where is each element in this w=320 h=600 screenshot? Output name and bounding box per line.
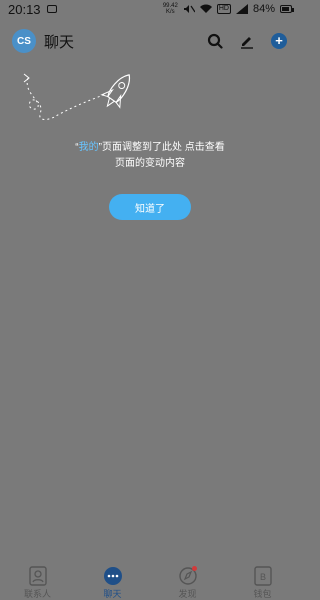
app-header: CS 聊天 + [0,24,300,58]
nav-label-chat: 聊天 [103,589,122,599]
battery-icon [280,5,294,13]
nav-item-contacts[interactable]: 联系人 [0,562,75,600]
status-time: 20:13 [8,1,41,17]
guide-message: “我的”页面调整到了此处 点击查看 页面的变动内容 [0,140,300,172]
search-icon [207,33,223,49]
nav-label-wallet: 钱包 [253,589,272,599]
bottom-nav: 联系人 聊天 发现 B 钱包 [0,562,300,600]
rocket-illustration [23,73,131,120]
wallet-icon: B [253,566,273,586]
discover-badge-dot [192,566,197,571]
nav-item-discover[interactable]: 发现 [150,562,225,600]
got-it-button[interactable]: 知道了 [109,194,191,220]
contacts-icon [28,566,48,586]
nav-item-wallet[interactable]: B 钱包 [225,562,300,600]
mute-icon [183,5,195,13]
signal-icon [235,4,248,14]
nav-label-contacts: 联系人 [23,589,51,599]
chat-icon [103,566,123,586]
guide-line-1: “我的”页面调整到了此处 点击查看 [0,140,300,156]
wifi-icon [199,4,212,13]
guide-highlight: 我的 [78,142,99,153]
edit-button[interactable] [238,32,256,50]
nav-label-discover: 发现 [178,589,197,599]
avatar[interactable]: CS [12,29,36,53]
notification-icon [46,5,57,13]
guide-line-1-rest: 页面调整到了此处 点击查看 [101,142,225,153]
add-button[interactable]: + [270,32,288,50]
nav-item-chat[interactable]: 聊天 [75,562,150,600]
page-title: 聊天 [44,33,75,51]
edit-icon [241,37,253,49]
hd-badge: HD [216,4,231,14]
search-button[interactable] [206,32,224,50]
network-speed-unit: K/s [166,9,175,15]
status-bar: 20:13 99.42 K/s HD 84% [0,0,300,18]
svg-text:B: B [259,572,265,582]
add-icon: + [271,33,287,49]
guide-line-2: 页面的变动内容 [115,158,185,169]
battery-percent: 84% [252,3,275,15]
network-speed: 99.42 K/s [163,3,178,15]
